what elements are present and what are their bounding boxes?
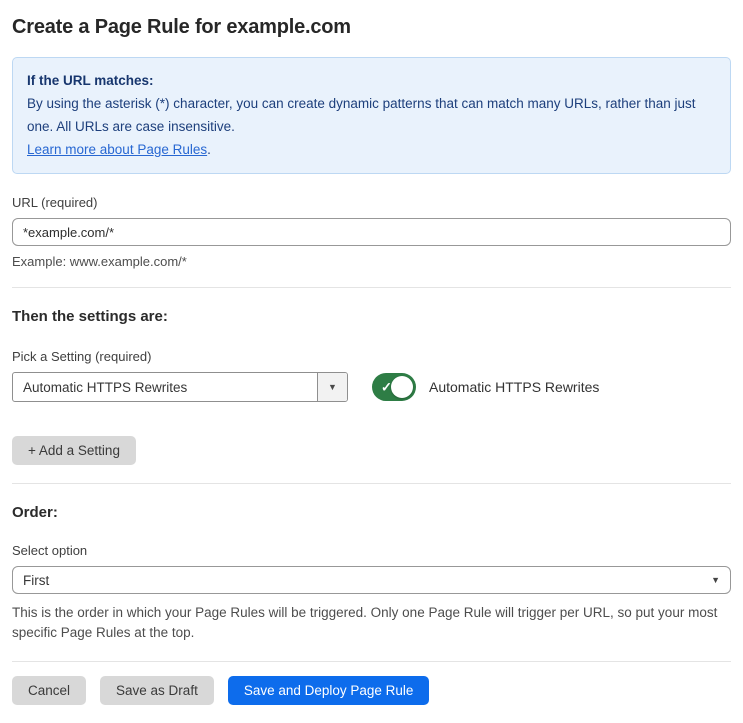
setting-row: Automatic HTTPS Rewrites ▼ ✓ Automatic H… (12, 372, 731, 402)
setting-select[interactable]: Automatic HTTPS Rewrites ▼ (12, 372, 348, 402)
page-rule-form: Create a Page Rule for example.com If th… (0, 0, 743, 723)
url-input[interactable] (12, 218, 731, 246)
info-box-heading: If the URL matches: (27, 73, 154, 88)
setting-select-arrow-button[interactable]: ▼ (317, 373, 347, 401)
info-box-body: By using the asterisk (*) character, you… (27, 96, 696, 134)
setting-toggle-group: ✓ Automatic HTTPS Rewrites (372, 373, 599, 401)
settings-section-heading: Then the settings are: (12, 308, 168, 325)
automatic-https-rewrites-toggle[interactable]: ✓ (372, 373, 416, 401)
pick-setting-label: Pick a Setting (required) (12, 349, 152, 364)
order-select-value: First (23, 572, 50, 588)
learn-more-link[interactable]: Learn more about Page Rules (27, 142, 207, 157)
order-select[interactable]: First ▼ (12, 566, 731, 594)
toggle-knob (391, 376, 413, 398)
setting-select-value: Automatic HTTPS Rewrites (23, 379, 188, 395)
chevron-down-icon: ▼ (711, 575, 720, 585)
add-setting-button[interactable]: + Add a Setting (12, 436, 136, 465)
save-as-draft-button[interactable]: Save as Draft (100, 676, 214, 705)
divider (12, 287, 731, 288)
url-field-label: URL (required) (12, 195, 98, 210)
divider (12, 661, 731, 662)
order-select-label: Select option (12, 543, 88, 558)
divider (12, 483, 731, 484)
url-example-text: Example: www.example.com/* (12, 254, 187, 269)
order-help-text: This is the order in which your Page Rul… (12, 605, 718, 640)
order-section-heading: Order: (12, 504, 58, 521)
save-and-deploy-button[interactable]: Save and Deploy Page Rule (227, 676, 430, 705)
footer-actions: Cancel Save as Draft Save and Deploy Pag… (12, 676, 731, 705)
info-box-link-line: Learn more about Page Rules. (27, 138, 716, 161)
chevron-down-icon: ▼ (328, 382, 337, 392)
cancel-button[interactable]: Cancel (12, 676, 87, 705)
toggle-label: Automatic HTTPS Rewrites (429, 379, 600, 395)
url-matches-info-box: If the URL matches: By using the asteris… (12, 57, 731, 174)
link-suffix: . (207, 142, 211, 157)
page-title: Create a Page Rule for example.com (12, 16, 351, 38)
